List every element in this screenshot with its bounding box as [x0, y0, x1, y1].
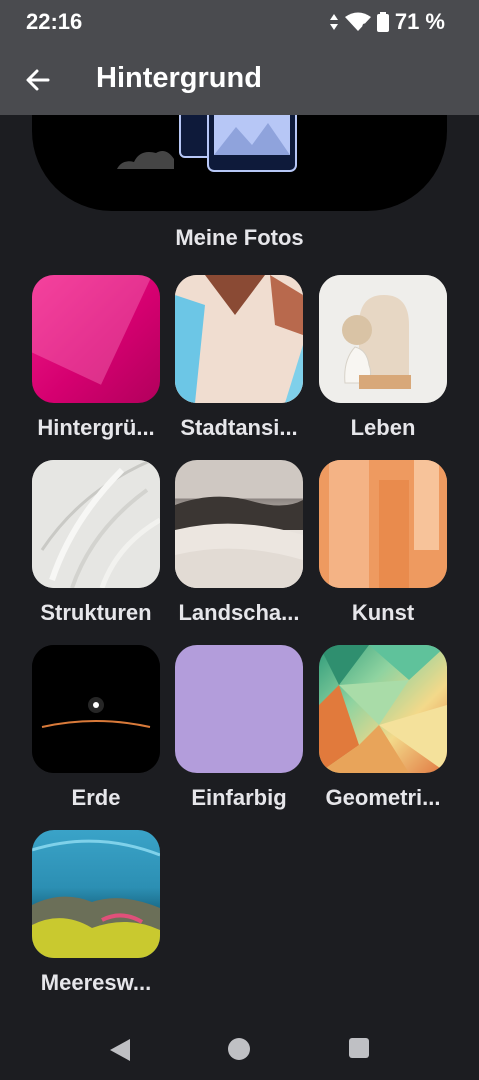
wifi-icon: 6 — [344, 12, 371, 32]
stadtansichten-thumbnail — [175, 275, 303, 403]
status-bar: 22:16 6 71 % — [0, 0, 479, 44]
back-arrow-icon[interactable] — [22, 64, 54, 96]
my-photos-label: Meine Fotos — [175, 225, 304, 250]
category-label: Stadtansi... — [180, 415, 298, 440]
svg-text:6: 6 — [362, 22, 367, 32]
pink-fold-shape — [32, 275, 152, 385]
category-leben[interactable]: Leben — [319, 275, 447, 440]
einfarbig-thumbnail — [175, 645, 303, 773]
category-stadtansichten[interactable]: Stadtansi... — [175, 275, 303, 440]
photos-illustration-icon — [117, 115, 297, 172]
polygon-graphic — [319, 645, 447, 773]
category-label: Geometri... — [325, 785, 441, 810]
category-kunst[interactable]: Kunst — [319, 460, 447, 625]
category-einfarbig[interactable]: Einfarbig — [175, 645, 303, 810]
app-bar: Hintergrund — [0, 44, 479, 115]
earth-horizon-graphic — [32, 645, 160, 773]
category-meereswelt[interactable]: Meeresw... — [32, 830, 160, 995]
category-label: Leben — [350, 415, 416, 440]
category-strukturen[interactable]: Strukturen — [32, 460, 160, 625]
landschaften-thumbnail — [175, 460, 303, 588]
category-label: Hintergrü... — [37, 415, 155, 440]
category-hintergruende[interactable]: Hintergrü... — [32, 275, 160, 440]
system-navigation-bar — [0, 1028, 479, 1080]
data-arrows-icon — [329, 14, 338, 30]
status-icons: 6 71 % — [329, 9, 445, 35]
category-erde[interactable]: Erde — [32, 645, 160, 810]
my-photos-card[interactable] — [32, 115, 447, 211]
hintergruende-thumbnail — [32, 275, 160, 403]
still-life-graphic — [319, 275, 447, 403]
nav-home-icon[interactable] — [228, 1038, 250, 1060]
brush-strokes-graphic — [319, 460, 447, 588]
category-label: Einfarbig — [191, 785, 287, 810]
status-time: 22:16 — [26, 9, 83, 34]
category-label: Erde — [71, 785, 121, 810]
kunst-thumbnail — [319, 460, 447, 588]
category-label: Landscha... — [178, 600, 300, 625]
category-geometrisch[interactable]: Geometri... — [319, 645, 447, 810]
coral-reef-graphic — [32, 839, 160, 958]
battery-percent: 71 % — [394, 9, 445, 34]
page-title: Hintergrund — [96, 62, 262, 94]
meereswelt-thumbnail — [32, 830, 160, 958]
feather-graphic — [32, 460, 160, 588]
wallpaper-content: Meine Fotos Hintergrü... Stadtansi... Le… — [0, 115, 479, 1028]
geometrisch-thumbnail — [319, 645, 447, 773]
erde-thumbnail — [32, 645, 160, 773]
leben-thumbnail — [319, 275, 447, 403]
strukturen-thumbnail — [32, 460, 160, 588]
category-landschaften[interactable]: Landscha... — [175, 460, 303, 625]
nav-recents-icon[interactable] — [349, 1038, 369, 1058]
category-label: Meeresw... — [40, 970, 152, 995]
nav-back-icon[interactable] — [109, 1038, 131, 1062]
battery-icon — [376, 12, 389, 32]
category-label: Kunst — [351, 600, 415, 625]
architecture-graphic — [175, 275, 303, 403]
category-label: Strukturen — [40, 600, 152, 625]
dune-graphic — [175, 496, 303, 588]
